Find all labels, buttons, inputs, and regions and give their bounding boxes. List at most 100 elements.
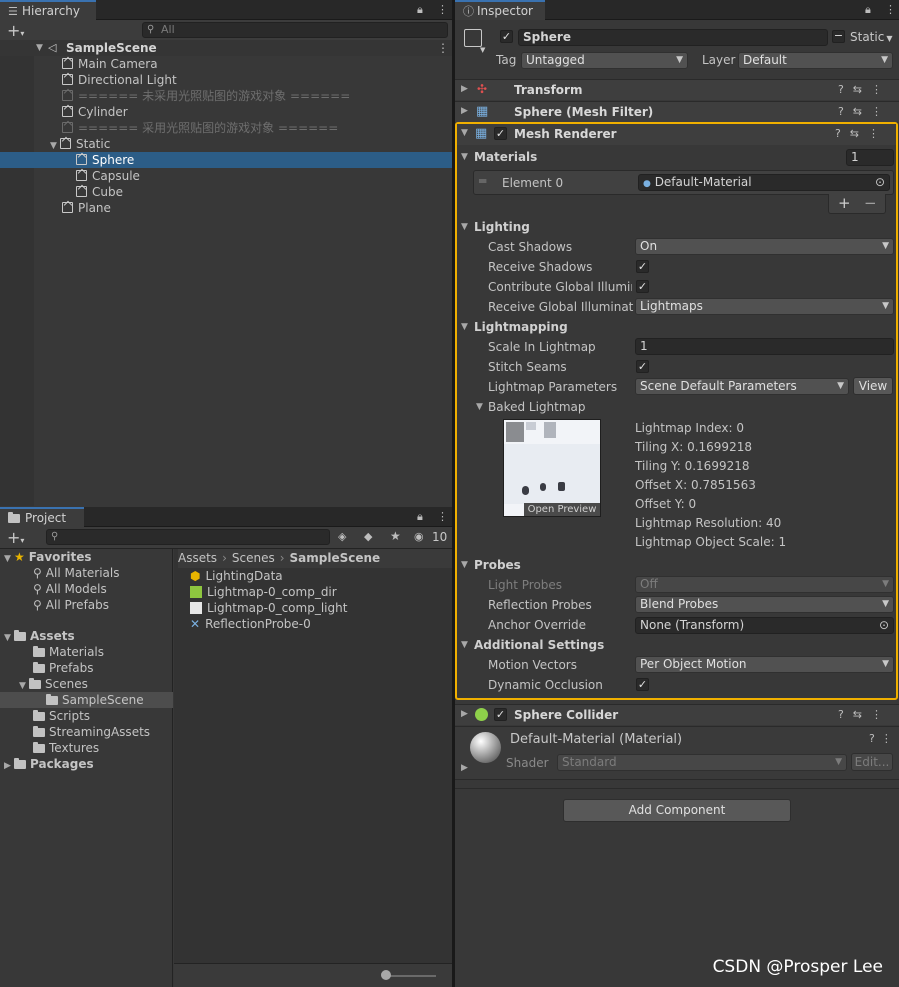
contribute-gi-checkbox[interactable]: ✓: [636, 280, 649, 293]
expand-icon[interactable]: ▼: [36, 40, 46, 56]
receive-shadows-checkbox[interactable]: ✓: [636, 260, 649, 273]
collapse-icon[interactable]: ▶: [461, 763, 471, 773]
expand-icon[interactable]: ▼: [4, 630, 14, 646]
cast-shadows-dropdown[interactable]: On ▼: [635, 238, 894, 255]
tab-inspector[interactable]: ⓘ Inspector: [455, 0, 545, 20]
more-icon[interactable]: ⋮: [437, 3, 448, 16]
enabled-checkbox[interactable]: ✓: [494, 127, 507, 140]
folder-item[interactable]: Materials: [33, 644, 104, 660]
static-dropdown[interactable]: Static ▼: [850, 30, 892, 44]
folder-item[interactable]: Scripts: [33, 708, 90, 724]
expand-icon[interactable]: ▼: [476, 402, 486, 412]
favorite-item[interactable]: ⚲ All Prefabs: [33, 597, 109, 613]
add-icon[interactable]: +▾: [7, 21, 24, 40]
dropdown-arrow-icon[interactable]: ▼: [480, 46, 485, 54]
mesh-filter-header[interactable]: ▶ ▦ Sphere (Mesh Filter) ?⇆⋮: [455, 101, 899, 122]
favorite-star-icon[interactable]: ★: [390, 529, 401, 543]
shader-dropdown[interactable]: Standard ▼: [557, 754, 847, 771]
hierarchy-item[interactable]: Capsule: [76, 168, 140, 184]
tag-dropdown[interactable]: Untagged ▼: [521, 52, 688, 69]
collapse-icon[interactable]: ▶: [461, 84, 471, 94]
motion-vectors-dropdown[interactable]: Per Object Motion ▼: [635, 656, 894, 673]
dynamic-occlusion-checkbox[interactable]: ✓: [636, 678, 649, 691]
active-checkbox[interactable]: ✓: [500, 30, 513, 43]
expand-icon[interactable]: ▼: [461, 128, 471, 138]
asset-file[interactable]: Lightmap-0_comp_light: [190, 600, 347, 616]
component-header-icons[interactable]: ?⇆⋮: [838, 708, 891, 721]
tab-project[interactable]: Project: [0, 507, 84, 527]
light-probes-dropdown[interactable]: Off ▼: [635, 576, 894, 593]
packages-row[interactable]: ▶ Packages: [4, 756, 94, 772]
expand-icon[interactable]: ▼: [461, 640, 471, 650]
filter-label-icon[interactable]: ◆: [364, 530, 372, 543]
folder-item-selected[interactable]: SampleScene: [0, 692, 173, 708]
favorite-item[interactable]: ⚲ All Materials: [33, 565, 120, 581]
breadcrumb-item[interactable]: Assets: [178, 551, 217, 565]
lock-icon[interactable]: 🔒︎: [417, 3, 423, 17]
collapse-icon[interactable]: ▶: [4, 758, 14, 774]
hidden-eye-icon[interactable]: ◉: [414, 530, 424, 543]
hierarchy-item-selected[interactable]: Sphere: [0, 152, 452, 168]
transform-header[interactable]: ▶ ✣ Transform ?⇆⋮: [455, 79, 899, 100]
hierarchy-item[interactable]: Cylinder: [62, 104, 128, 120]
remove-element-button[interactable]: −: [864, 194, 877, 212]
lightmap-params-dropdown[interactable]: Scene Default Parameters ▼: [635, 378, 849, 395]
expand-icon[interactable]: ▼: [461, 152, 471, 162]
tab-hierarchy[interactable]: ☰ Hierarchy: [0, 0, 96, 20]
collapse-icon[interactable]: ▶: [461, 709, 471, 719]
object-name-field[interactable]: Sphere: [518, 29, 828, 46]
stitch-seams-checkbox[interactable]: ✓: [636, 360, 649, 373]
lock-icon[interactable]: 🔒︎: [865, 3, 871, 17]
materials-count-field[interactable]: 1: [846, 149, 894, 166]
zoom-slider-track[interactable]: [384, 975, 436, 977]
folder-item[interactable]: ▼ Scenes: [19, 676, 88, 692]
more-icon[interactable]: ⋮: [437, 40, 449, 56]
component-header-icons[interactable]: ?⇆⋮: [835, 127, 888, 140]
lock-icon[interactable]: 🔒︎: [417, 510, 423, 524]
component-header-icons[interactable]: ?⇆⋮: [838, 83, 891, 96]
layer-dropdown[interactable]: Default ▼: [738, 52, 893, 69]
object-picker-icon[interactable]: ⊙: [879, 618, 889, 633]
asset-file[interactable]: Lightmap-0_comp_dir: [190, 584, 337, 600]
lightmap-preview[interactable]: Open Preview: [503, 419, 601, 517]
assets-row[interactable]: ▼ Assets: [4, 628, 75, 644]
edit-shader-button[interactable]: Edit...: [851, 753, 893, 771]
add-element-button[interactable]: +: [838, 194, 851, 212]
scale-in-lightmap-field[interactable]: 1: [635, 338, 894, 355]
enabled-checkbox[interactable]: ✓: [494, 708, 507, 721]
breadcrumb-item[interactable]: SampleScene: [290, 551, 381, 565]
object-picker-icon[interactable]: ⊙: [875, 175, 885, 190]
material-sphere-preview[interactable]: [470, 732, 501, 763]
hierarchy-item[interactable]: Directional Light: [62, 72, 177, 88]
expand-icon[interactable]: ▼: [461, 222, 471, 232]
favorite-item[interactable]: ⚲ All Models: [33, 581, 107, 597]
favorites-row[interactable]: ▼ ★ Favorites: [4, 549, 91, 565]
more-icon[interactable]: ⋮: [885, 3, 896, 16]
hierarchy-item[interactable]: Main Camera: [62, 56, 158, 72]
scene-row[interactable]: ▼ ◁ SampleScene ⋮: [0, 40, 452, 56]
hierarchy-item[interactable]: Plane: [62, 200, 111, 216]
zoom-slider-handle[interactable]: [381, 970, 391, 980]
asset-file[interactable]: ✕ ReflectionProbe-0: [190, 616, 311, 632]
folder-item[interactable]: Prefabs: [33, 660, 94, 676]
receive-gi-dropdown[interactable]: Lightmaps ▼: [635, 298, 894, 315]
static-checkbox[interactable]: −: [832, 30, 845, 43]
add-component-button[interactable]: Add Component: [563, 799, 791, 822]
view-button[interactable]: View: [853, 377, 893, 395]
anchor-override-field[interactable]: None (Transform) ⊙: [635, 617, 894, 634]
hierarchy-item[interactable]: ▼ Static: [50, 136, 110, 152]
open-preview-button[interactable]: Open Preview: [524, 503, 600, 516]
hierarchy-item[interactable]: ====== 未采用光照贴图的游戏对象 ======: [62, 88, 350, 104]
mesh-renderer-header[interactable]: ▼ ▦ ✓ Mesh Renderer ?⇆⋮: [457, 124, 896, 145]
material-header-icons[interactable]: ?⋮: [869, 732, 898, 745]
sphere-collider-header[interactable]: ▶ ✓ Sphere Collider ?⇆⋮: [455, 704, 899, 725]
hierarchy-item[interactable]: ====== 采用光照贴图的游戏对象 ======: [62, 120, 338, 136]
expand-icon[interactable]: ▼: [461, 322, 471, 332]
material-object-field[interactable]: ● Default-Material ⊙: [638, 174, 890, 191]
folder-item[interactable]: Textures: [33, 740, 99, 756]
collapse-icon[interactable]: ▶: [461, 106, 471, 116]
folder-item[interactable]: StreamingAssets: [33, 724, 150, 740]
more-icon[interactable]: ⋮: [437, 510, 448, 523]
search-input[interactable]: ⚲ All: [142, 22, 448, 38]
hierarchy-item[interactable]: Cube: [76, 184, 123, 200]
